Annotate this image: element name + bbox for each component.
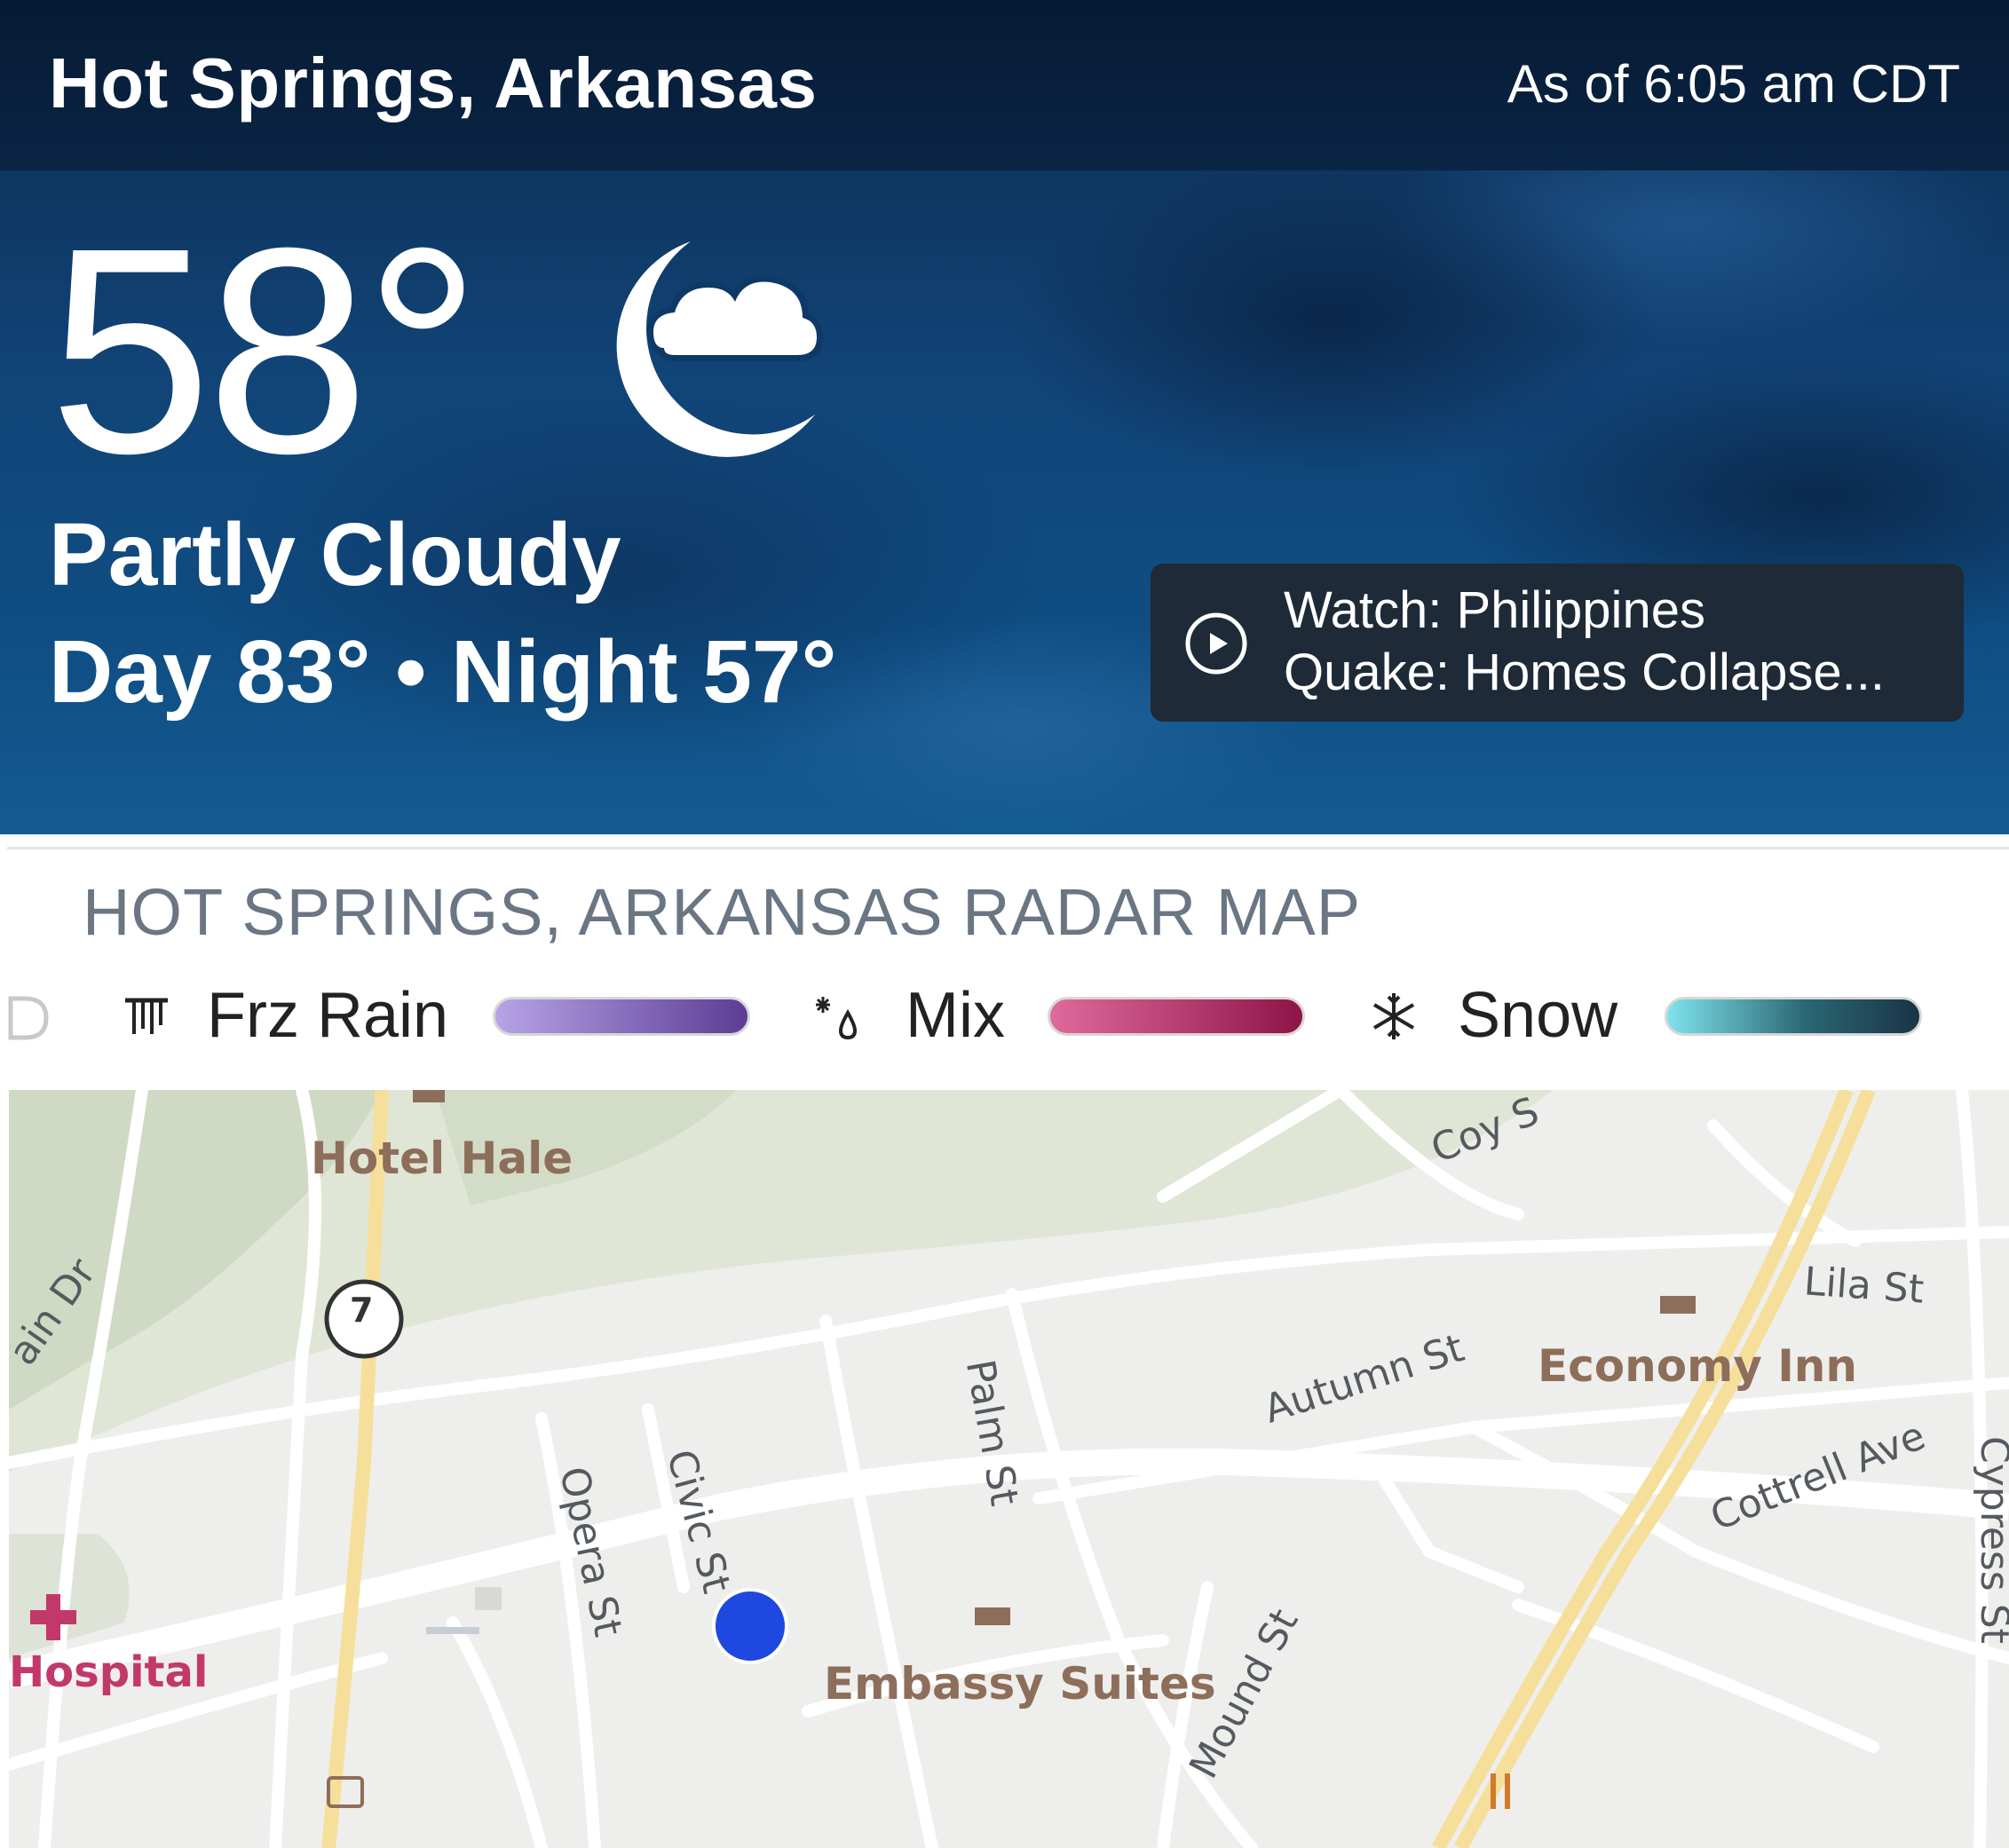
mix-icon [816,997,858,1040]
legend-label-snow: Snow [1458,980,1618,1051]
current-conditions-hero: Hot Springs, Arkansas As of 6:05 am CDT … [0,0,2009,834]
video-title-line-1: Watch: Philippines [1284,581,1705,639]
legend-item-snow: Snow [1367,972,1926,1061]
location-title[interactable]: Hot Springs, Arkansas [49,43,818,124]
observation-timestamp: As of 6:05 am CDT [1507,54,1960,114]
legend-gradient-mix [1048,997,1305,1036]
section-divider [7,847,2009,849]
video-title-line-2: Quake: Homes Collapse... [1284,644,1885,701]
legend-item-freezing-rain: Frz Rain [115,972,755,1061]
radar-map[interactable]: 7 Hotel Hale Economy Inn Embassy Suites … [9,1090,2009,1848]
radar-legend: Frz Rain Mix Snow [0,972,2009,1061]
day-night-temperatures: Day 83° • Night 57° [49,622,837,722]
legend-label-mix: Mix [906,980,1005,1051]
current-temperature: 58° [49,186,481,514]
play-icon [1185,612,1247,675]
poi-hospital[interactable]: Hospital [9,1647,208,1697]
legend-item-mix: Mix [812,972,1309,1061]
freezing-rain-icon [125,998,168,1034]
legend-gradient-freezing-rain [493,997,750,1036]
legend-label-freezing-rain: Frz Rain [207,980,449,1051]
poi-hotel-hale[interactable]: Hotel Hale [311,1133,573,1184]
street-label-lila: Lila St [1802,1259,1926,1313]
legend-overflow-fragment [8,996,49,1040]
street-label-cypress: Cypress St [1972,1436,2009,1644]
night-partly-cloudy-icon [616,241,823,457]
current-location-marker[interactable] [712,1588,788,1664]
video-promo-card[interactable]: Watch: Philippines Quake: Homes Collapse… [1151,564,1964,722]
radar-map-title: HOT SPRINGS, ARKANSAS RADAR MAP [83,875,1362,949]
poi-economy-inn[interactable]: Economy Inn [1538,1340,1857,1392]
highway-shield-label: 7 [350,1291,374,1330]
snowflake-icon [1372,993,1415,1039]
poi-embassy-suites[interactable]: Embassy Suites [824,1658,1216,1710]
condition-text: Partly Cloudy [49,505,621,604]
location-header-bar: Hot Springs, Arkansas As of 6:05 am CDT [0,0,2009,170]
legend-gradient-snow [1665,997,1922,1036]
video-title: Watch: Philippines Quake: Homes Collapse… [1284,580,1941,704]
